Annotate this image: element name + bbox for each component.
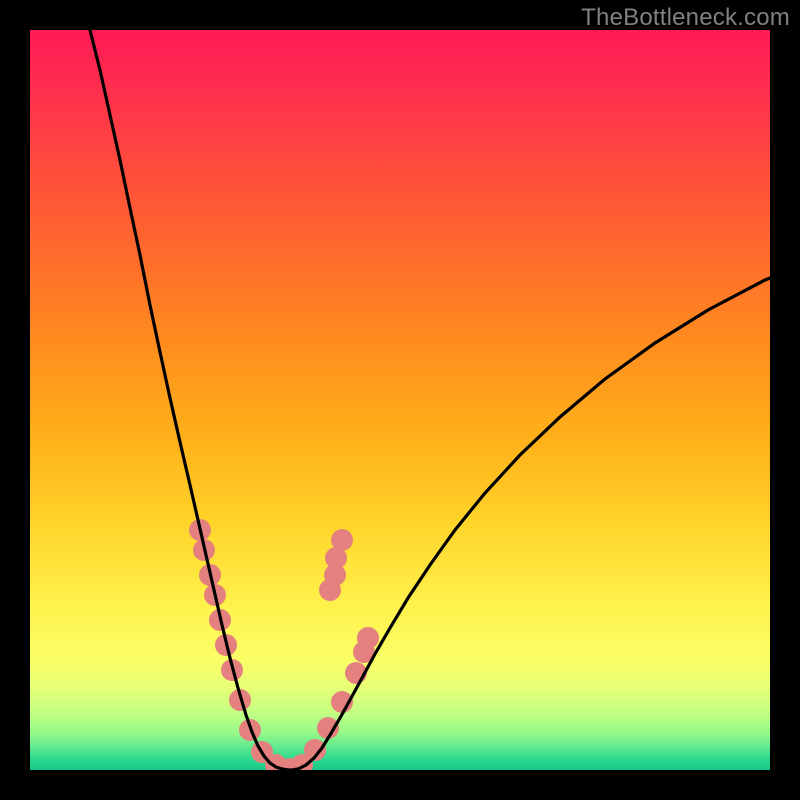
watermark-text: TheBottleneck.com: [581, 4, 790, 32]
plot-area: [30, 30, 770, 770]
data-dots: [189, 519, 379, 770]
data-dot: [357, 627, 379, 649]
chart-stage: TheBottleneck.com: [0, 0, 800, 800]
chart-overlay: [30, 30, 770, 770]
left-curve: [90, 30, 288, 770]
right-curve: [288, 278, 770, 770]
data-dot: [331, 529, 353, 551]
